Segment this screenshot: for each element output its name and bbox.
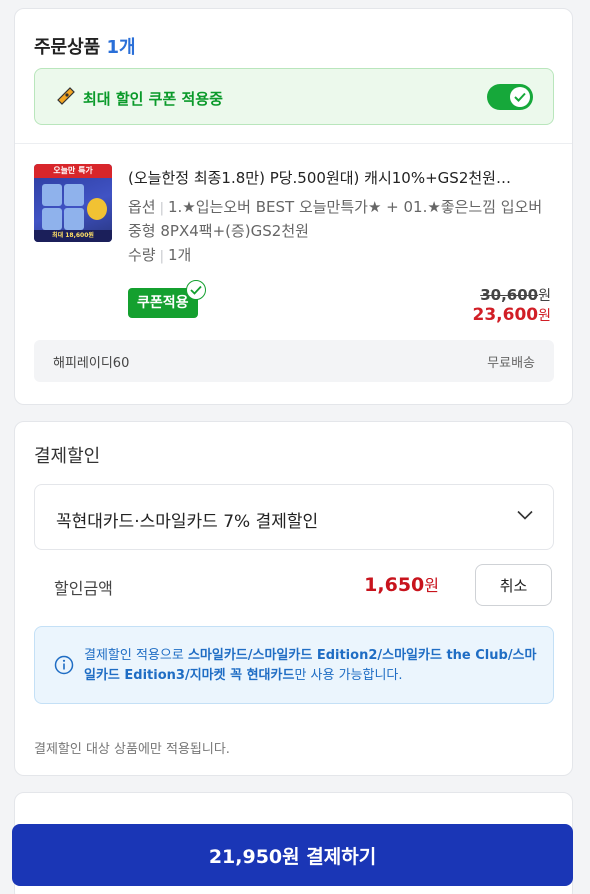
option-value: 1.★입는오버 BEST 오늘만특가★ + 01.★좋은느낌 입오버 중형 8P… [128, 198, 543, 240]
ticket-icon [57, 87, 75, 105]
discount-amount: 1,650원 [364, 572, 439, 596]
payment-discount-title: 결제할인 [34, 446, 101, 467]
check-icon [190, 285, 202, 295]
checkout-amount: 21,950원 [208, 845, 300, 868]
max-coupon-toggle[interactable] [487, 84, 533, 110]
shipping-fee: 무료배송 [487, 356, 535, 371]
thumb-badge [87, 198, 107, 220]
currency: 원 [538, 308, 551, 324]
max-coupon-banner: 최대 할인 쿠폰 적용중 [34, 68, 554, 125]
coupon-check-icon [186, 280, 206, 300]
product-name[interactable]: (오늘한정 최종1.8만) P당.500원대) 캐시10%+GS2천원… [128, 167, 558, 188]
discount-info-text: 결제할인 적용으로 스마일카드/스마일카드 Edition2/스마일카드 the… [84, 646, 539, 686]
check-icon [514, 92, 526, 102]
coupon-banner-text: 최대 할인 쿠폰 적용중 [83, 90, 223, 108]
original-price: 30,600원 [480, 285, 551, 305]
currency: 원 [538, 288, 551, 304]
separator: | [159, 201, 164, 216]
toggle-knob [510, 87, 530, 107]
order-section-title: 주문상품 1개 [34, 33, 136, 59]
cancel-discount-button[interactable]: 취소 [475, 564, 552, 606]
qty-label: 수량 [128, 246, 156, 264]
product-quantity: 수량 | 1개 [128, 244, 191, 265]
chevron-down-icon [517, 510, 533, 520]
discount-select[interactable]: 꼭현대카드·스마일카드 7% 결제할인 [34, 484, 554, 550]
thumb-pack [42, 184, 62, 206]
seller-name[interactable]: 해피레이디60 [53, 352, 129, 371]
original-price-value: 30,600 [480, 286, 539, 304]
discount-select-value: 꼭현대카드·스마일카드 7% 결제할인 [56, 512, 319, 532]
payment-discount-card: 결제할인 꼭현대카드·스마일카드 7% 결제할인 할인금액 1,650원 취소 … [14, 421, 573, 776]
option-label: 옵션 [128, 198, 156, 216]
final-price-value: 23,600 [472, 305, 539, 325]
thumb-pack [42, 208, 62, 230]
info-suffix: 만 사용 가능합니다. [294, 668, 403, 683]
thumb-price: 최대 18,600원 [34, 230, 112, 242]
checkout-label: 결제하기 [306, 845, 377, 868]
shipping-info: 해피레이디60 무료배송 [34, 340, 554, 382]
final-price: 23,600원 [473, 305, 552, 325]
product-option: 옵션 | 1.★입는오버 BEST 오늘만특가★ + 01.★좋은느낌 입오버 중형… [128, 196, 558, 243]
discount-info-box: 결제할인 적용으로 스마일카드/스마일카드 Edition2/스마일카드 the… [34, 626, 554, 704]
order-products-card: 주문상품 1개 최대 할인 쿠폰 적용중 오늘만 특가 최대 18,600원 (… [14, 8, 573, 405]
discount-amount-label: 할인금액 [54, 579, 113, 598]
currency: 원 [424, 576, 439, 595]
order-title-text: 주문상품 [34, 37, 101, 58]
info-icon [54, 655, 74, 675]
checkout-button[interactable]: 21,950원 결제하기 [12, 824, 573, 886]
thumb-pack [64, 184, 84, 206]
discount-amount-value: 1,650 [364, 574, 425, 596]
order-count: 1개 [106, 37, 136, 58]
thumb-band: 오늘만 특가 [34, 164, 112, 178]
separator: | [159, 249, 164, 264]
thumb-pack [64, 208, 84, 230]
discount-footnote: 결제할인 대상 상품에만 적용됩니다. [34, 742, 230, 757]
info-prefix: 결제할인 적용으로 [84, 648, 188, 663]
qty-value: 1개 [168, 246, 192, 264]
product-thumbnail[interactable]: 오늘만 특가 최대 18,600원 [34, 164, 112, 242]
divider [15, 143, 572, 144]
